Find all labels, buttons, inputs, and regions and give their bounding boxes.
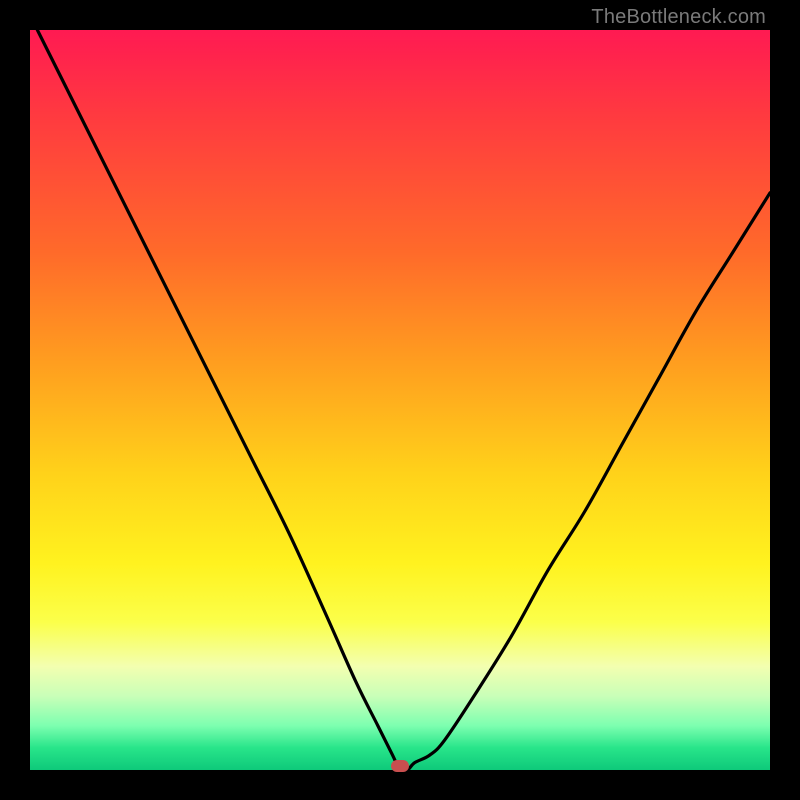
- plot-area: [30, 30, 770, 770]
- optimal-point-marker: [391, 760, 409, 772]
- chart-frame: TheBottleneck.com: [0, 0, 800, 800]
- watermark-text: TheBottleneck.com: [591, 6, 766, 29]
- bottleneck-curve: [30, 30, 770, 770]
